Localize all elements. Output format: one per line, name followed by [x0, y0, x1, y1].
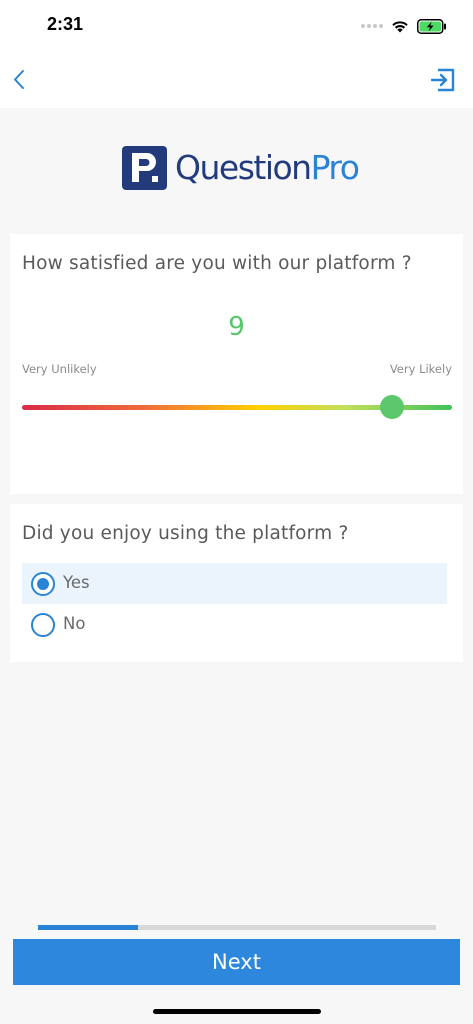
logo-mark-icon	[122, 146, 167, 190]
logo-text: QuestionPro	[175, 146, 360, 190]
slider-max-label: Very Likely	[389, 362, 452, 376]
slider-thumb[interactable]	[379, 395, 404, 419]
option-label: No	[63, 614, 86, 633]
exit-icon[interactable]	[429, 66, 457, 94]
logo-text-main: Question	[175, 148, 312, 187]
next-button[interactable]: Next	[13, 939, 460, 985]
survey-progress-bar	[38, 925, 436, 930]
question-text: How satisfied are you with our platform …	[22, 253, 412, 274]
logo-text-accent: Pro	[310, 148, 360, 187]
status-time: 2:31	[47, 14, 84, 34]
survey-progress-fill	[38, 925, 138, 930]
chevron-left-icon[interactable]	[8, 64, 34, 94]
wifi-icon	[392, 20, 408, 32]
radio-button[interactable]	[31, 572, 55, 596]
option-label: Yes	[63, 573, 90, 592]
slider-min-label: Very Unlikely	[22, 362, 97, 376]
home-indicator	[153, 1009, 321, 1014]
question-text: Did you enjoy using the platform ?	[22, 523, 349, 544]
signal-icon	[361, 24, 383, 28]
status-indicators	[361, 16, 447, 36]
question-card-satisfaction: How satisfied are you with our platform …	[10, 234, 463, 494]
radio-selected-dot	[37, 578, 49, 590]
status-bar: 2:31	[0, 0, 473, 50]
radio-option-yes[interactable]: Yes	[22, 563, 447, 604]
questionpro-logo: QuestionPro	[122, 146, 360, 190]
slider-value: 9	[228, 312, 245, 342]
battery-charging-icon	[417, 18, 446, 34]
question-card-enjoy: Did you enjoy using the platform ? Yes N…	[10, 504, 463, 662]
radio-option-no[interactable]: No	[22, 604, 447, 645]
nav-bar	[0, 50, 473, 108]
radio-button[interactable]	[31, 613, 55, 637]
